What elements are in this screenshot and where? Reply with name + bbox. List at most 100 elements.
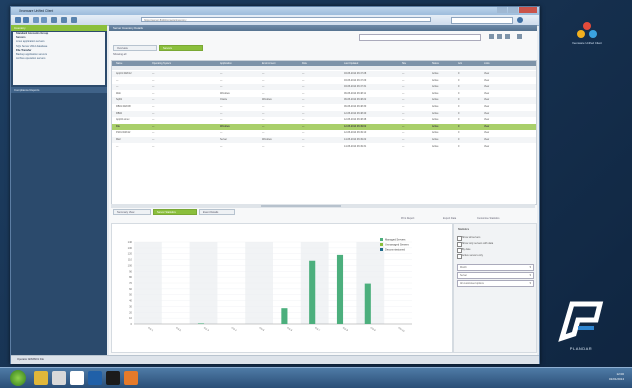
option-checkbox[interactable]: [457, 236, 462, 241]
row-link[interactable]: View: [484, 111, 489, 117]
export-icon[interactable]: [505, 34, 510, 39]
row-link[interactable]: View: [484, 144, 489, 150]
table-cell: 0: [458, 131, 460, 135]
table-row[interactable]: App01-W2K12 — — — — 03-05-2014 06:47:28 — Activ…: [112, 71, 536, 78]
favorites-icon[interactable]: [51, 17, 57, 23]
client-icon[interactable]: [124, 371, 138, 385]
help-icon[interactable]: [517, 17, 523, 23]
filter-label[interactable]: Showing all: [113, 53, 233, 58]
table-row[interactable]: DB01-W2K08 — — — — 06-05-2014 06:48:30 — Active…: [112, 104, 536, 110]
table-row[interactable]: Mail — Server Windows — 14-05-2014 06:49:22 — A…: [112, 137, 536, 144]
close-button[interactable]: [519, 7, 537, 13]
table-row[interactable]: File — Windows — — 12-05-2014 06:49:02 — Active…: [112, 123, 536, 130]
forward-icon[interactable]: [23, 17, 29, 23]
table-cell: 03-05-2014 06:47:31: [344, 85, 367, 89]
table-filter-row[interactable]: [112, 66, 536, 70]
table-row[interactable]: App02-Linux — — — — 12-05-2014 06:48:48 — Activ…: [112, 117, 536, 123]
table-row[interactable]: Sql01 — Oracle Windows — 06-05-2014 06:48:22 —…: [112, 97, 536, 104]
row-link[interactable]: View: [484, 71, 489, 77]
sidebar-header[interactable]: Inventory: [11, 25, 107, 31]
option-dropdown[interactable]: Month ▾: [457, 264, 534, 271]
tab-servers[interactable]: Servers: [159, 45, 203, 51]
system-tray: 12:00 01/01/2014: [556, 371, 626, 385]
minimize-button[interactable]: [497, 7, 507, 13]
row-link[interactable]: View: [484, 124, 489, 130]
table-cell: —: [302, 72, 305, 75]
table-cell: —: [152, 124, 155, 128]
sidebar-section-compliance[interactable]: Compliance Reports: [11, 87, 107, 93]
table-row[interactable]: — — — — — 14-05-2014 06:49:31 — Active 0 View: [112, 144, 536, 150]
table-row[interactable]: — — — — — 03-05-2014 06:47:31 — Active 0 View: [112, 84, 536, 91]
browser-search-input[interactable]: [451, 17, 513, 24]
home-icon[interactable]: [33, 17, 39, 23]
tab-summary-view[interactable]: Summary View: [113, 209, 151, 215]
print-report-link[interactable]: Print Report: [401, 217, 414, 220]
filter-icon[interactable]: [497, 34, 502, 39]
clock[interactable]: 12:00 01/01/2014: [609, 372, 624, 382]
table-row[interactable]: Web — Windows — — 06-05-2014 06:48:11 — Active 0…: [112, 91, 536, 97]
row-link[interactable]: View: [484, 97, 489, 103]
scroll-thumb[interactable]: [261, 205, 341, 207]
tab-event-details[interactable]: Event Details: [199, 209, 235, 215]
tab-overview[interactable]: Overview: [113, 45, 157, 51]
explorer-icon[interactable]: [34, 371, 48, 385]
row-link[interactable]: View: [484, 117, 489, 123]
table-cell: 0: [458, 98, 460, 102]
table-cell: 0: [458, 124, 460, 128]
option-checkbox[interactable]: [457, 248, 462, 253]
table-cell: —: [262, 85, 265, 89]
tab-server-statistics[interactable]: Server Statistics: [153, 209, 197, 215]
app-icon[interactable]: [88, 371, 102, 385]
table-cell: —: [402, 124, 405, 128]
settings-icon[interactable]: [71, 17, 77, 23]
table-cell: 0: [458, 91, 460, 95]
option-dropdown[interactable]: All customised options ▾: [457, 280, 534, 287]
table-cell: —: [152, 85, 155, 89]
row-link[interactable]: View: [484, 104, 489, 110]
status-text: Operator ADMIN01 File: [17, 358, 44, 361]
legend-label: Decommissioned: [385, 248, 405, 252]
folder-icon[interactable]: [52, 371, 66, 385]
row-link[interactable]: View: [484, 137, 489, 143]
option-checkbox[interactable]: [457, 242, 462, 247]
search-icon[interactable]: [489, 34, 494, 39]
table-cell: —: [116, 85, 119, 89]
horizontal-scrollbar[interactable]: [111, 204, 535, 208]
print-icon[interactable]: [61, 17, 67, 23]
table-cell: —: [262, 144, 265, 148]
start-button[interactable]: [10, 370, 26, 386]
maximize-button[interactable]: [508, 7, 518, 13]
option-dropdown[interactable]: Server ▾: [457, 272, 534, 279]
refresh-icon[interactable]: [41, 17, 47, 23]
table-cell: 14-05-2014 06:49:22: [344, 138, 367, 141]
table-cell: Active: [432, 138, 439, 141]
table-cell: 12-05-2014 06:48:48: [344, 118, 367, 122]
options-title: Statistics: [458, 228, 470, 231]
table-cell: Active: [432, 111, 439, 115]
table-row[interactable]: DB02 — — — — 12-05-2014 06:48:40 — Active 0 View: [112, 110, 536, 117]
row-link[interactable]: View: [484, 91, 489, 97]
back-icon[interactable]: [15, 17, 21, 23]
table-cell: —: [402, 144, 405, 148]
row-link[interactable]: View: [484, 130, 489, 136]
console-icon[interactable]: [106, 371, 120, 385]
table-cell: —: [116, 144, 119, 148]
x-tick-label: Cat 9: [370, 326, 377, 332]
gear-icon[interactable]: [517, 34, 522, 39]
option-checkbox[interactable]: [457, 254, 462, 259]
customise-statistics-link[interactable]: Customise Statistics: [477, 217, 500, 220]
table-row[interactable]: — — — — — 03-05-2014 06:47:29 — Active 0 View: [112, 78, 536, 84]
sidebar-item[interactable]: Archive operation servers: [13, 57, 105, 61]
chevron-down-icon: ▾: [529, 265, 531, 269]
y-tick-label: 10: [129, 316, 132, 320]
bar: [309, 260, 316, 324]
row-link[interactable]: View: [484, 84, 489, 90]
main-search-input[interactable]: [359, 34, 481, 41]
table-cell: 0: [458, 105, 460, 108]
row-link[interactable]: View: [484, 78, 489, 84]
document-icon[interactable]: [70, 371, 84, 385]
export-data-link[interactable]: Export Data: [443, 217, 456, 220]
address-bar[interactable]: https://server:8443/console/inventory: [141, 17, 431, 22]
table-row[interactable]: FS01-W2K12 — — — — 12-05-2014 06:49:10 — Active…: [112, 130, 536, 136]
x-tick-label: Cat 1: [147, 326, 154, 332]
